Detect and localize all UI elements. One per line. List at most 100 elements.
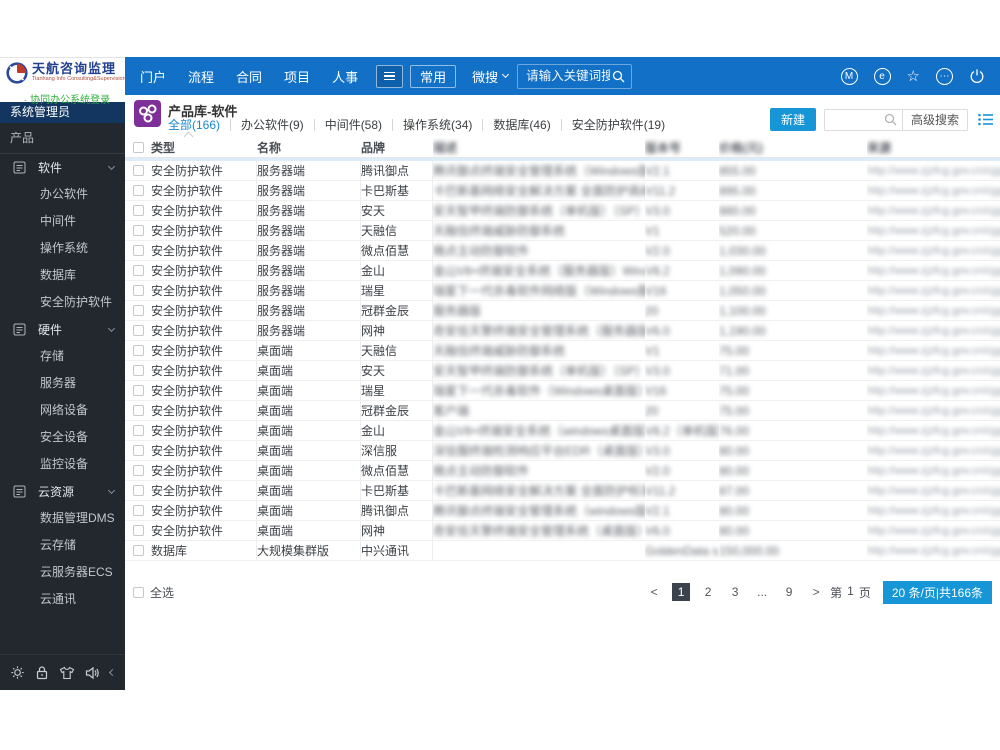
nav-item[interactable]: 门户	[129, 67, 177, 86]
row-checkbox[interactable]	[133, 465, 144, 476]
page-item[interactable]: 9	[780, 583, 798, 601]
nav-item[interactable]: 流程	[177, 67, 225, 86]
nav-common-button[interactable]: 常用	[410, 64, 457, 88]
row-checkbox[interactable]	[133, 505, 144, 516]
sidebar-item[interactable]: 云通讯	[0, 586, 125, 613]
row-checkbox[interactable]	[133, 205, 144, 216]
m-badge-icon[interactable]: M	[840, 67, 858, 85]
row-checkbox[interactable]	[133, 425, 144, 436]
sidebar-item[interactable]: 安全设备	[0, 424, 125, 451]
more-icon[interactable]: ⋯	[936, 67, 953, 85]
row-checkbox[interactable]	[133, 345, 144, 356]
cell-price: 1,090.00	[719, 263, 766, 278]
cell-type: 安全防护软件	[151, 181, 257, 200]
row-checkbox[interactable]	[133, 405, 144, 416]
search-scope-dropdown[interactable]: 微搜	[472, 67, 510, 86]
row-checkbox[interactable]	[133, 385, 144, 396]
sidebar-item[interactable]: 网络设备	[0, 397, 125, 424]
row-checkbox[interactable]	[133, 225, 144, 236]
sidebar-item[interactable]: 办公软件	[0, 181, 125, 208]
row-checkbox[interactable]	[133, 525, 144, 536]
page-item[interactable]: >	[807, 583, 825, 601]
sidebar-item[interactable]: 云存储	[0, 532, 125, 559]
sidebar-item[interactable]: 监控设备	[0, 451, 125, 478]
select-all-checkbox[interactable]	[133, 586, 144, 598]
sidebar-item[interactable]: 数据管理DMS	[0, 505, 125, 532]
search-icon[interactable]	[884, 113, 897, 126]
message-icon[interactable]: e	[873, 67, 891, 85]
column-header: 类型	[151, 140, 176, 155]
cell-version: V3.0	[645, 363, 670, 378]
sidebar-item[interactable]: 存储	[0, 343, 125, 370]
header-checkbox[interactable]	[133, 141, 144, 153]
oa-login-link[interactable]: · 协同办公系统登录	[24, 91, 120, 106]
category-tab[interactable]: 操作系统(34)	[393, 119, 484, 131]
cell-price: 855.00	[719, 163, 756, 178]
theme-icon[interactable]	[59, 666, 75, 680]
page-item[interactable]: <	[645, 583, 663, 601]
advanced-search-button[interactable]: 高级搜索	[903, 111, 967, 128]
row-checkbox[interactable]	[133, 325, 144, 336]
sidebar-group-header[interactable]: 软件	[0, 154, 125, 181]
cell-name: 服务器端	[257, 161, 361, 180]
page-item[interactable]: ...	[753, 583, 771, 601]
sidebar: 系统管理员 产品 软件 办公软件 中间件 操作系统 数据库 安全防护软件 硬件 存储 服务器 网络…	[0, 102, 125, 690]
sound-icon[interactable]	[85, 666, 100, 680]
nav-item[interactable]: 合同	[225, 67, 273, 86]
search-scope-label: 微搜	[472, 69, 499, 85]
page-jump-value[interactable]: 1	[847, 584, 854, 601]
row-checkbox[interactable]	[133, 445, 144, 456]
row-checkbox[interactable]	[133, 245, 144, 256]
cell-source: http://www.zjzfcg.gov.cn/cjg/	[867, 364, 1000, 377]
sidebar-group-header[interactable]: 云资源	[0, 478, 125, 505]
lock-icon[interactable]	[35, 665, 49, 680]
cell-type: 安全防护软件	[151, 521, 257, 540]
row-checkbox[interactable]	[133, 185, 144, 196]
table-search-input[interactable]	[824, 112, 879, 127]
page-size-info[interactable]: 20 条/页|共166条	[882, 580, 992, 604]
row-checkbox[interactable]	[133, 305, 144, 316]
sidebar-item[interactable]: 操作系统	[0, 235, 125, 262]
cell-desc: 服务器版	[433, 304, 482, 318]
sidebar-section-product[interactable]: 产品	[0, 123, 125, 153]
sidebar-item[interactable]: 服务器	[0, 370, 125, 397]
category-tab[interactable]: 数据库(46)	[483, 119, 562, 131]
module-icon	[13, 161, 26, 174]
nav-item[interactable]: 人事	[321, 67, 369, 86]
row-checkbox[interactable]	[133, 165, 144, 176]
sidebar-item[interactable]: 中间件	[0, 208, 125, 235]
sidebar-item[interactable]: 安全防护软件	[0, 289, 125, 316]
page-item[interactable]: 3	[726, 583, 744, 601]
cell-brand: 卡巴斯基	[361, 481, 433, 500]
collapse-sidebar-icon[interactable]	[108, 668, 117, 677]
cell-name: 服务器端	[257, 321, 361, 340]
row-checkbox[interactable]	[133, 545, 144, 556]
cell-name: 桌面端	[257, 461, 361, 480]
sidebar-item[interactable]: 数据库	[0, 262, 125, 289]
row-checkbox-cell	[125, 241, 151, 260]
category-tab[interactable]: 办公软件(9)	[231, 119, 315, 131]
row-checkbox[interactable]	[133, 265, 144, 276]
sidebar-group-header[interactable]: 硬件	[0, 316, 125, 343]
page-active[interactable]: 1	[672, 583, 691, 601]
cell-source: http://www.zjzfcg.gov.cn/cjg/	[867, 484, 1000, 497]
view-list-icon[interactable]	[978, 113, 993, 126]
global-search-input[interactable]	[524, 68, 613, 84]
cell-name: 桌面端	[257, 481, 361, 500]
category-tab[interactable]: 安全防护软件(19)	[562, 119, 675, 131]
new-button[interactable]: 新建	[769, 108, 816, 131]
gear-icon[interactable]	[10, 665, 25, 680]
nav-more-button[interactable]	[376, 64, 404, 88]
sidebar-item[interactable]: 云服务器ECS	[0, 559, 125, 586]
power-icon[interactable]	[969, 68, 985, 84]
star-icon[interactable]: ☆	[907, 69, 920, 84]
nav-item[interactable]: 项目	[273, 67, 321, 86]
search-icon[interactable]	[612, 70, 625, 83]
row-checkbox[interactable]	[133, 365, 144, 376]
category-tab[interactable]: 中间件(58)	[315, 119, 394, 131]
page-item[interactable]: 2	[699, 583, 717, 601]
cell-brand: 冠群金辰	[361, 401, 433, 420]
row-checkbox[interactable]	[133, 285, 144, 296]
category-tab[interactable]: 全部(166)	[168, 119, 232, 131]
row-checkbox[interactable]	[133, 485, 144, 496]
